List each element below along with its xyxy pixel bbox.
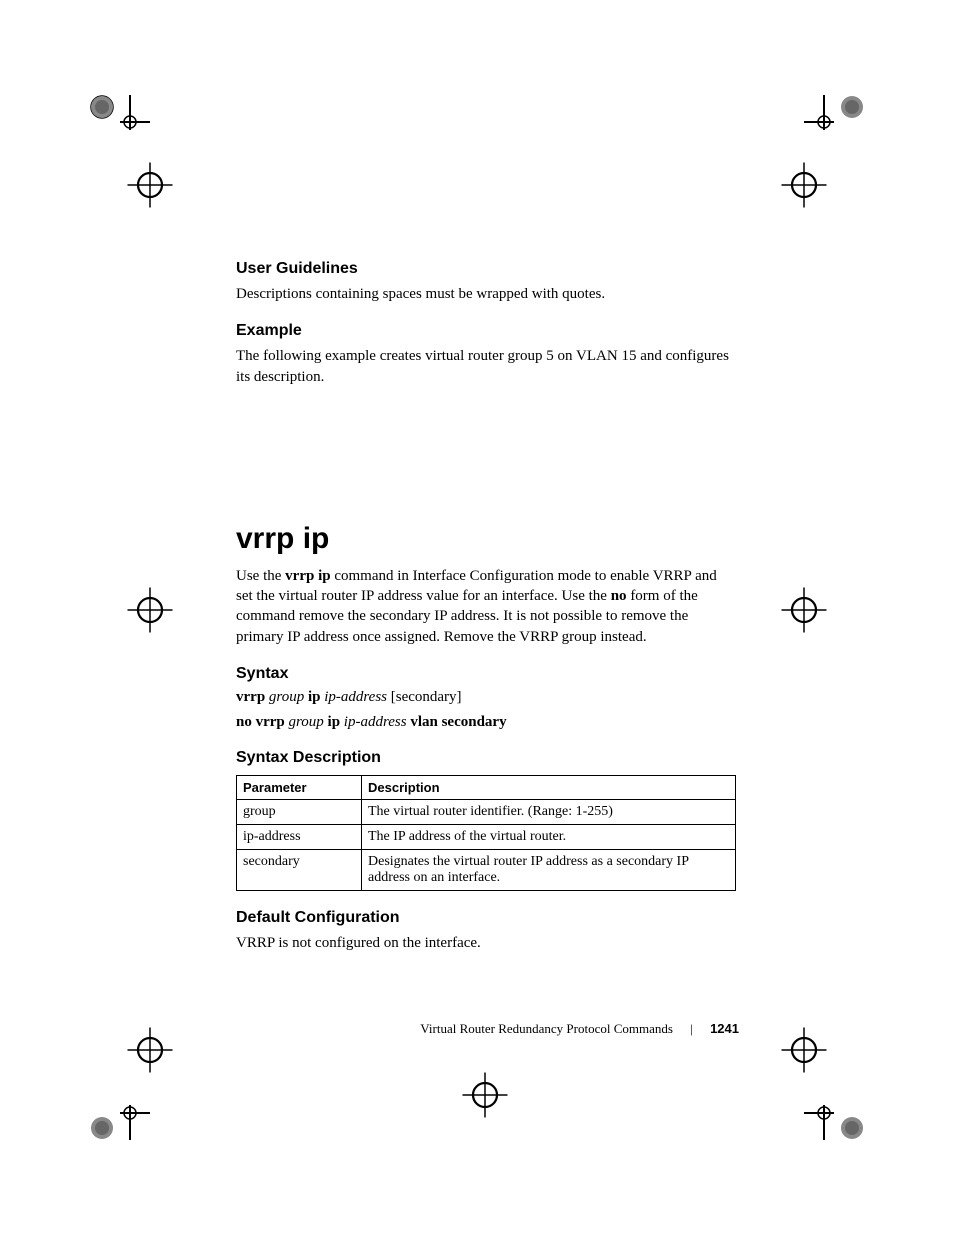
page-content: User Guidelines Descriptions containing … (236, 260, 736, 957)
syntax-heading: Syntax (236, 665, 736, 683)
syntax-line-2: no vrrp group ip ip-address vlan seconda… (236, 714, 736, 731)
default-configuration-text: VRRP is not configured on the interface. (236, 933, 736, 953)
syntax-table: Parameter Description group The virtual … (236, 775, 736, 891)
example-heading: Example (236, 322, 736, 340)
user-guidelines-heading: User Guidelines (236, 260, 736, 278)
footer-divider: | (690, 1021, 693, 1036)
command-intro: Use the vrrp ip command in Interface Con… (236, 566, 736, 647)
page-footer: Virtual Router Redundancy Protocol Comma… (420, 1021, 739, 1037)
table-row: ip-address The IP address of the virtual… (237, 824, 736, 849)
crop-mark-br2 (774, 1020, 834, 1080)
crop-mark-tl (90, 95, 150, 155)
user-guidelines-text: Descriptions containing spaces must be w… (236, 284, 736, 304)
crop-mark-tr (804, 95, 864, 155)
table-header-row: Parameter Description (237, 775, 736, 799)
command-title: vrrp ip (236, 522, 736, 556)
table-cell-desc: The IP address of the virtual router. (362, 824, 736, 849)
table-row: group The virtual router identifier. (Ra… (237, 799, 736, 824)
crop-mark-ml (120, 580, 180, 640)
footer-page-number: 1241 (710, 1021, 739, 1036)
crop-mark-br (804, 1080, 864, 1140)
table-cell-desc: Designates the virtual router IP address… (362, 849, 736, 890)
table-cell-param: group (237, 799, 362, 824)
table-row: secondary Designates the virtual router … (237, 849, 736, 890)
crop-mark-bc (455, 1065, 515, 1125)
default-configuration-heading: Default Configuration (236, 909, 736, 927)
footer-section-name: Virtual Router Redundancy Protocol Comma… (420, 1021, 673, 1036)
example-text: The following example creates virtual ro… (236, 346, 736, 387)
syntax-description-heading: Syntax Description (236, 749, 736, 767)
crop-mark-tl2 (120, 155, 180, 215)
crop-mark-mr (774, 580, 834, 640)
crop-mark-tr2 (774, 155, 834, 215)
crop-mark-bl2 (120, 1020, 180, 1080)
table-cell-param: ip-address (237, 824, 362, 849)
syntax-line-1: vrrp group ip ip-address [secondary] (236, 689, 736, 706)
crop-mark-bl (90, 1080, 150, 1140)
table-header-description: Description (362, 775, 736, 799)
table-cell-param: secondary (237, 849, 362, 890)
table-cell-desc: The virtual router identifier. (Range: 1… (362, 799, 736, 824)
table-header-parameter: Parameter (237, 775, 362, 799)
